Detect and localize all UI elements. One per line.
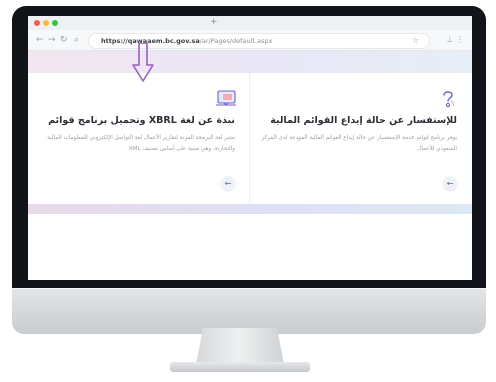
monitor-chin [12,288,486,334]
screen-download-icon [216,90,236,106]
down-arrow-icon [132,43,154,82]
bookmark-star-icon[interactable]: ☆ [412,34,419,48]
window-close-button[interactable] [34,20,40,26]
xbrl-card-title: نبذة عن لغة XBRL وتحميل برنامج قوائم [48,115,235,126]
window-minimize-button[interactable] [43,20,49,26]
monitor-screen: + ← → ↻ ⌕ https://qawaaem.bc.gov.sa/ar/P… [28,16,472,280]
arrow-left-icon: ← [446,178,454,188]
search-icon[interactable]: ⌕ [74,34,79,46]
xbrl-card-arrow-button[interactable]: ← [221,176,235,190]
arrow-left-icon: ← [224,178,232,188]
monitor-bezel: + ← → ↻ ⌕ https://qawaaem.bc.gov.sa/ar/P… [12,6,486,288]
filing-status-card[interactable]: للإستفسار عن حالة إيداع القوائم المالية … [250,73,471,204]
browser-menu-icon[interactable]: ⊥ ⋮ [446,34,464,46]
question-icon [443,91,454,108]
section-bottom-strip [28,204,472,214]
new-tab-button[interactable]: + [210,17,218,27]
xbrl-info-card[interactable]: نبذة عن لغة XBRL وتحميل برنامج قوائم تعت… [28,43,250,204]
monitor: + ← → ↻ ⌕ https://qawaaem.bc.gov.sa/ar/P… [12,6,486,334]
web-page: نبذة عن لغة XBRL وتحميل برنامج قوائم تعت… [28,43,472,280]
back-arrow-icon[interactable]: ← [36,34,44,46]
url-text: https://qawaaem.bc.gov.sa/ar/Pages/defau… [101,35,272,47]
filing-card-title: للإستفسار عن حالة إيداع القوائم المالية [270,115,457,126]
browser-toolbar: ← → ↻ ⌕ https://qawaaem.bc.gov.sa/ar/Pag… [28,30,472,51]
monitor-stand-neck [196,328,284,364]
hero-banner-strip [28,51,472,73]
monitor-stand-base [170,362,310,372]
filing-card-description: يوفر برنامج قوائم خدمة الإستفسار عن حالة… [261,135,457,152]
browser-tab-bar: + [28,16,472,30]
window-maximize-button[interactable] [52,20,58,26]
forward-arrow-icon[interactable]: → [48,34,56,46]
filing-card-arrow-button[interactable]: ← [443,176,457,190]
url-path: /ar/Pages/default.aspx [199,37,273,45]
reload-icon[interactable]: ↻ [60,34,68,46]
xbrl-card-description: تعتبر لغة البرمجة المرنة لتقارير الأعمال… [47,135,235,152]
